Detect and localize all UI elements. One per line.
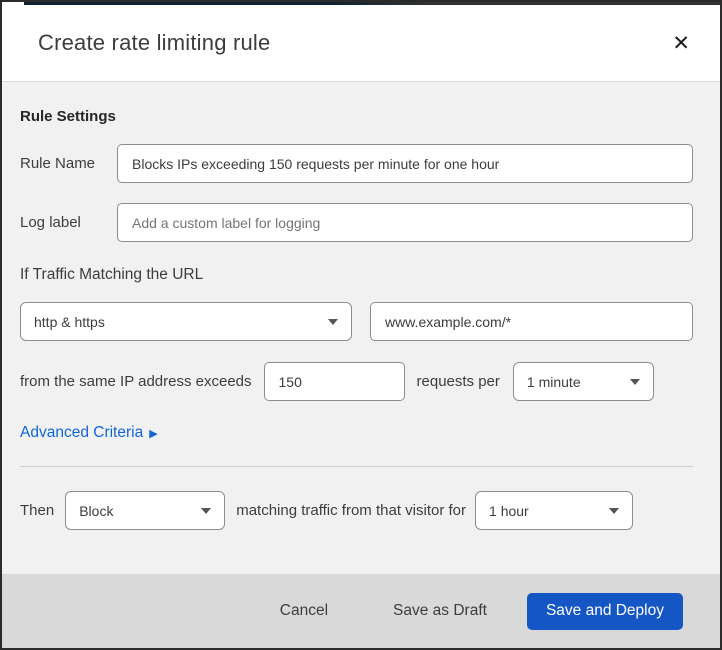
threshold-row: from the same IP address exceeds request… (20, 362, 693, 401)
advanced-criteria-label: Advanced Criteria (20, 424, 144, 441)
close-icon: ✕ (672, 31, 690, 55)
dialog-body: Rule Settings Rule Name Log label If Tra… (2, 82, 720, 574)
log-label-input[interactable] (117, 203, 693, 242)
rule-name-input[interactable] (117, 144, 693, 183)
threshold-suffix-text: requests per (416, 373, 500, 390)
scheme-select-value: http & https (34, 313, 105, 330)
cancel-button[interactable]: Cancel (270, 594, 338, 628)
chevron-down-icon (201, 507, 212, 514)
advanced-criteria-link[interactable]: Advanced Criteria ▶ (20, 424, 158, 442)
dialog-header: Create rate limiting rule ✕ (2, 5, 720, 82)
chevron-down-icon (328, 318, 338, 325)
chevron-down-icon (609, 507, 620, 514)
threshold-prefix-text: from the same IP address exceeds (20, 373, 252, 390)
action-select[interactable]: Block (65, 491, 226, 530)
rule-settings-heading: Rule Settings (20, 108, 116, 125)
traffic-match-intro: If Traffic Matching the URL (20, 266, 204, 283)
action-middle-text: matching traffic from that visitor for (236, 502, 467, 519)
create-rate-limiting-rule-dialog: Create rate limiting rule ✕ Rule Setting… (0, 0, 722, 650)
rule-name-row: Rule Name (20, 144, 693, 183)
chevron-right-icon: ▶ (149, 427, 158, 440)
chevron-down-icon (629, 378, 640, 385)
log-label-row: Log label (20, 203, 693, 242)
action-row: Then Block matching traffic from that vi… (20, 491, 693, 530)
save-and-deploy-button[interactable]: Save and Deploy (526, 592, 683, 630)
section-divider (20, 466, 693, 467)
url-input-wrap (370, 302, 693, 341)
request-threshold-input[interactable] (263, 362, 405, 401)
close-button[interactable]: ✕ (666, 29, 696, 58)
then-label: Then (20, 502, 55, 519)
action-select-value: Block (79, 502, 114, 519)
duration-select[interactable]: 1 hour (475, 491, 634, 530)
period-select-value: 1 minute (526, 373, 581, 390)
dialog-footer: Cancel Save as Draft Save and Deploy (2, 574, 720, 648)
log-label-label: Log label (20, 214, 81, 231)
url-match-row: http & https (20, 302, 693, 341)
scheme-select[interactable]: http & https (20, 302, 352, 341)
duration-select-value: 1 hour (489, 502, 529, 519)
period-select[interactable]: 1 minute (512, 362, 654, 401)
url-pattern-input[interactable] (370, 302, 693, 341)
save-as-draft-button[interactable]: Save as Draft (383, 594, 497, 628)
rule-name-label: Rule Name (20, 155, 96, 172)
page-title: Create rate limiting rule (38, 30, 271, 55)
